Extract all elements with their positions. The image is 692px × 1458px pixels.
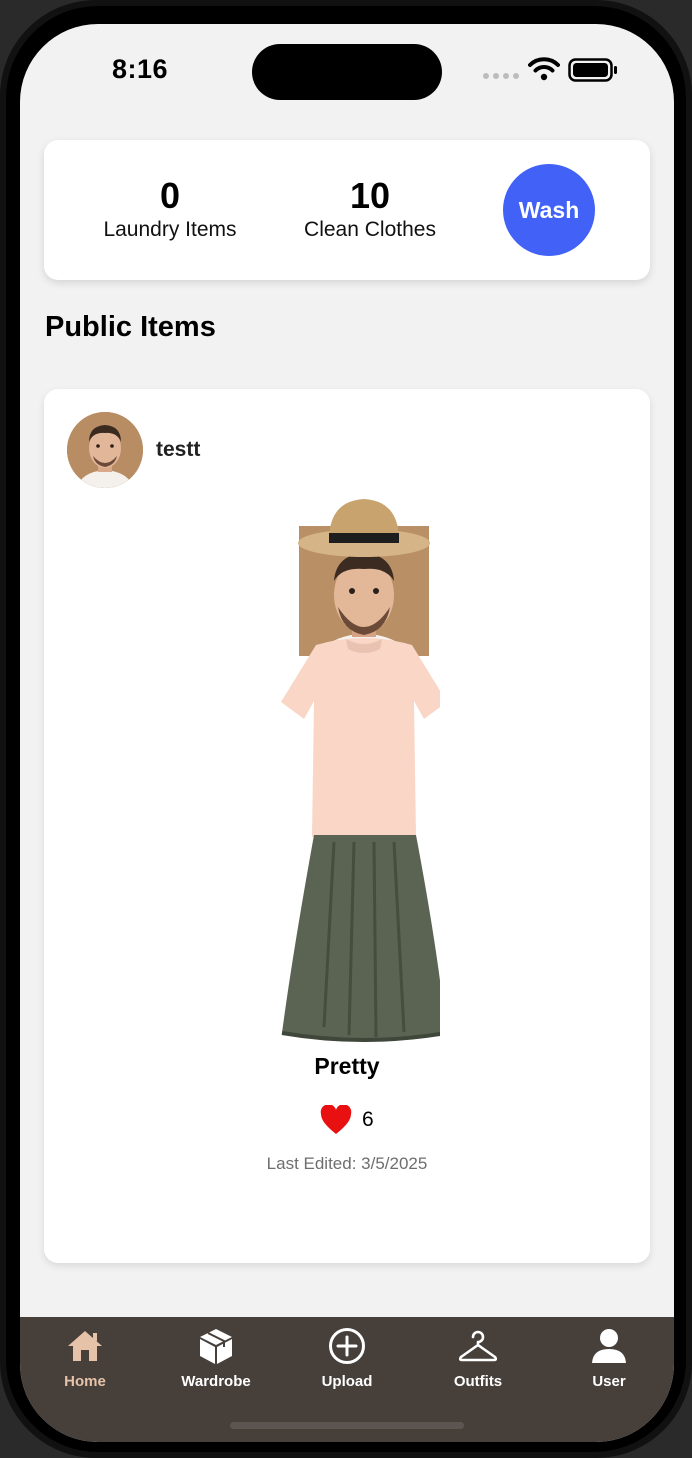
home-icon [68, 1331, 102, 1361]
app-screen: 8:16 0 Laundry Items 10 Clean Clothes Wa… [20, 24, 674, 1442]
outfit-image[interactable] [254, 497, 440, 1045]
public-item-card[interactable]: testt Pretty 6 Last Edited: 3/5/2025 [44, 389, 650, 1263]
last-edited-date: Last Edited: 3/5/2025 [266, 1154, 428, 1173]
heart-icon[interactable] [320, 1105, 352, 1135]
clean-clothes-label: Clean Clothes [304, 218, 436, 241]
user-icon [592, 1329, 626, 1363]
tab-wardrobe[interactable]: Wardrobe [166, 1325, 266, 1390]
wifi-icon [528, 57, 560, 81]
tab-upload-label: Upload [321, 1373, 373, 1390]
tab-home-label: Home [64, 1373, 106, 1390]
wash-button[interactable]: Wash [503, 164, 595, 256]
outfit-name: Pretty [314, 1053, 380, 1079]
plus-circle-icon [329, 1328, 365, 1364]
like-count: 6 [362, 1108, 374, 1131]
tab-wardrobe-label: Wardrobe [181, 1373, 251, 1390]
laundry-items-count: 0 [159, 175, 181, 216]
hanger-icon [458, 1330, 498, 1362]
tab-outfits[interactable]: Outfits [428, 1325, 528, 1390]
tab-outfits-label: Outfits [453, 1373, 503, 1390]
tab-home[interactable]: Home [35, 1325, 135, 1390]
likes-row: 6 [320, 1105, 374, 1135]
box-icon [200, 1329, 232, 1364]
username[interactable]: testt [156, 438, 200, 462]
avatar-face-image [67, 412, 143, 488]
tab-upload[interactable]: Upload [297, 1325, 397, 1390]
laundry-stats-card: 0 Laundry Items 10 Clean Clothes Wash [44, 140, 650, 280]
tab-user[interactable]: User [559, 1325, 659, 1390]
laundry-items-label: Laundry Items [103, 218, 237, 241]
cellular-signal-icon [483, 73, 519, 79]
status-time: 8:16 [112, 54, 169, 84]
clean-clothes-count: 10 [349, 175, 391, 216]
section-title: Public Items [45, 311, 216, 343]
clean-clothes-stat: 10 Clean Clothes [270, 176, 470, 242]
avatar[interactable] [67, 412, 143, 488]
laundry-items-stat: 0 Laundry Items [70, 176, 270, 242]
dynamic-island [252, 44, 442, 100]
battery-icon [568, 58, 617, 82]
tab-user-label: User [592, 1373, 626, 1390]
device-frame: 8:16 0 Laundry Items 10 Clean Clothes Wa… [0, 0, 692, 1458]
home-indicator[interactable] [230, 1422, 464, 1429]
